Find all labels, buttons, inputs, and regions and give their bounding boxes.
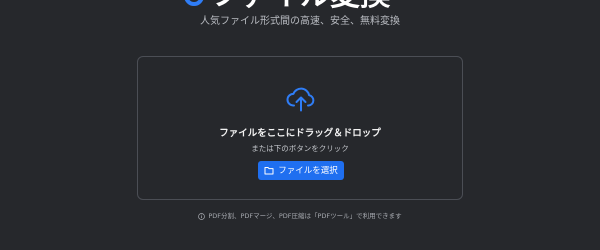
drop-zone-hint: または下のボタンをクリック — [251, 144, 349, 153]
select-file-button-label: ファイルを選択 — [278, 165, 338, 176]
file-drop-zone[interactable]: ファイルをここにドラッグ＆ドロップ または下のボタンをクリック ファイルを選択 — [137, 56, 463, 200]
page-title: ファイル変換 — [0, 0, 600, 14]
folder-icon — [264, 167, 274, 175]
drop-zone-title: ファイルをここにドラッグ＆ドロップ — [219, 128, 381, 139]
footer-note: PDF分割、PDFマージ、PDF圧縮は「PDFツール」で利用できます — [0, 211, 600, 221]
info-icon — [198, 212, 206, 220]
select-file-button[interactable]: ファイルを選択 — [258, 161, 344, 180]
footer-note-text: PDF分割、PDFマージ、PDF圧縮は「PDFツール」で利用できます — [208, 212, 402, 220]
upload-cloud-icon — [286, 87, 315, 112]
page-subtitle: 人気ファイル形式間の高速、安全、無料変換 — [200, 16, 400, 27]
